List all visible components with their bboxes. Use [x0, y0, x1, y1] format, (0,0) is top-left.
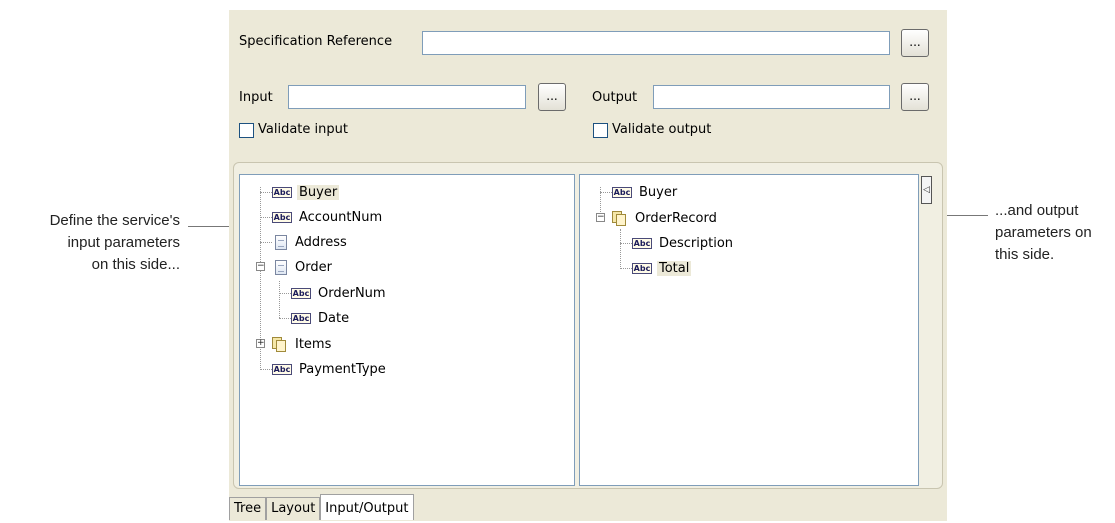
abc-field-icon: Abc: [291, 287, 311, 299]
input-parameters-tree[interactable]: Abc Buyer Abc AccountNum Address − Order…: [239, 174, 575, 486]
document-list-icon: [612, 210, 628, 226]
tree-connector: [620, 268, 632, 269]
validate-output-label: Validate output: [612, 122, 712, 137]
tree-connector: [260, 192, 272, 193]
tree-connector: [260, 369, 272, 370]
tree-connector: [279, 293, 291, 294]
tree-node-orderrecord[interactable]: OrderRecord: [612, 207, 719, 229]
tree-node-label: Buyer: [639, 184, 678, 200]
spec-reference-label: Specification Reference: [239, 34, 393, 49]
abc-field-icon: Abc: [272, 211, 292, 223]
output-field[interactable]: [653, 85, 890, 109]
abc-field-icon: Abc: [272, 186, 292, 198]
tree-node-label: OrderNum: [318, 285, 386, 301]
abc-field-icon: Abc: [632, 237, 652, 249]
document-list-icon: [272, 336, 288, 352]
expand-toggle-icon[interactable]: +: [256, 339, 265, 348]
tree-node-accountnum[interactable]: Abc AccountNum: [272, 206, 384, 228]
output-side-annotation: ...and output parameters on this side.: [995, 200, 1110, 266]
output-label: Output: [592, 90, 638, 105]
tree-node-label: OrderRecord: [635, 210, 717, 226]
service-io-panel: Specification Reference ... Input ... Ou…: [229, 10, 947, 521]
input-browse-button[interactable]: ...: [538, 83, 566, 111]
annotation-line: on this side...: [91, 256, 180, 273]
tree-node-order[interactable]: Order: [272, 256, 334, 278]
input-label: Input: [239, 90, 273, 105]
tree-node-label: Items: [295, 336, 332, 352]
annotation-line: this side.: [995, 246, 1055, 263]
tree-connector: [260, 242, 272, 243]
output-browse-button[interactable]: ...: [901, 83, 929, 111]
tree-connector: [279, 281, 280, 318]
annotation-line: Define the service's: [49, 212, 180, 229]
tree-connector: [600, 192, 612, 193]
output-parameters-tree[interactable]: Abc Buyer − OrderRecord Abc Description …: [579, 174, 919, 486]
abc-field-icon: Abc: [291, 312, 311, 324]
tree-node-buyer[interactable]: Abc Buyer: [612, 181, 679, 203]
abc-field-icon: Abc: [272, 363, 292, 375]
tree-connector: [620, 229, 621, 269]
view-tabs: Tree Layout Input/Output: [229, 494, 414, 521]
tree-node-label: AccountNum: [299, 209, 383, 225]
collapse-panel-icon[interactable]: ◁: [921, 176, 932, 204]
tree-node-description[interactable]: Abc Description: [632, 232, 735, 254]
tree-node-label: Date: [318, 310, 350, 326]
tree-node-label: Address: [295, 234, 347, 250]
document-icon: [275, 234, 287, 250]
validate-input-checkbox[interactable]: [239, 123, 254, 138]
tab-input-output[interactable]: Input/Output: [320, 494, 414, 520]
document-icon: [275, 259, 287, 275]
spec-reference-input[interactable]: [422, 31, 890, 55]
tree-node-label: PaymentType: [299, 361, 386, 377]
tab-tree[interactable]: Tree: [229, 497, 267, 520]
validate-input-label: Validate input: [258, 122, 348, 137]
tree-node-paymenttype[interactable]: Abc PaymentType: [272, 358, 388, 380]
annotation-line: input parameters: [67, 234, 180, 251]
tree-node-label: Description: [659, 235, 734, 251]
tree-node-items[interactable]: Items: [272, 333, 333, 355]
collapse-toggle-icon[interactable]: −: [596, 213, 605, 222]
tree-connector: [620, 243, 632, 244]
annotation-line: ...and output: [995, 202, 1079, 219]
input-side-annotation: Define the service's input parameters on…: [10, 210, 180, 276]
abc-field-icon: Abc: [632, 262, 652, 274]
collapse-toggle-icon[interactable]: −: [256, 262, 265, 271]
tree-node-total[interactable]: Abc Total: [632, 257, 692, 279]
tree-node-label: Total: [657, 260, 692, 276]
tree-connector: [260, 217, 272, 218]
spec-reference-browse-button[interactable]: ...: [901, 29, 929, 57]
abc-field-icon: Abc: [612, 186, 632, 198]
tree-connector: [279, 318, 291, 319]
tree-node-date[interactable]: Abc Date: [291, 307, 351, 329]
tree-node-label: Buyer: [297, 184, 340, 200]
tab-layout[interactable]: Layout: [266, 497, 321, 520]
validate-output-checkbox[interactable]: [593, 123, 608, 138]
side-panel-strip: ◁: [920, 174, 934, 486]
input-field[interactable]: [288, 85, 526, 109]
tree-node-ordernum[interactable]: Abc OrderNum: [291, 282, 388, 304]
tree-node-label: Order: [295, 259, 332, 275]
annotation-line: parameters on: [995, 224, 1092, 241]
tree-node-address[interactable]: Address: [272, 231, 349, 253]
tree-node-buyer[interactable]: Abc Buyer: [272, 181, 340, 203]
